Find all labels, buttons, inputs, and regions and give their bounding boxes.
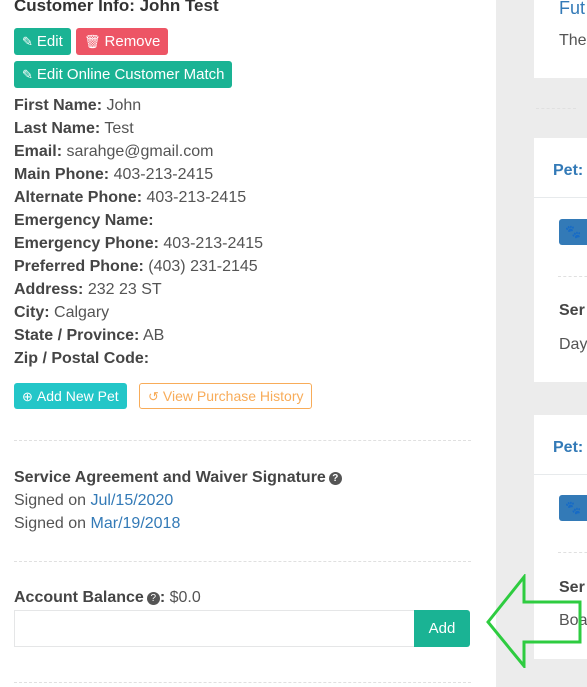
detail-row: Zip / Postal Code: — [14, 347, 263, 370]
view-purchase-history-button[interactable]: ↺ View Purchase History — [139, 383, 313, 409]
edit-button-label: Edit — [36, 33, 63, 50]
edit-online-match-label: Edit Online Customer Match — [36, 66, 225, 83]
card-separator — [534, 474, 587, 475]
waiver-signed-line: Signed on Mar/19/2018 — [14, 515, 180, 533]
signed-prefix: Signed on — [14, 492, 87, 509]
detail-value: Test — [104, 120, 134, 137]
future-card-text: The — [559, 32, 587, 49]
question-circle-icon[interactable]: ? — [146, 592, 160, 605]
pet-view-button[interactable]: 🐾 — [559, 495, 587, 521]
detail-label: Emergency Name: — [14, 212, 154, 229]
detail-label: Emergency Phone: — [14, 235, 159, 252]
detail-label: Zip / Postal Code: — [14, 350, 150, 367]
waiver-signed-line: Signed on Jul/15/2020 — [14, 492, 173, 510]
paw-icon: 🐾 — [565, 500, 582, 515]
detail-value: AB — [142, 327, 165, 344]
detail-label: Address: — [14, 281, 84, 298]
detail-label: Alternate Phone: — [14, 189, 143, 206]
detail-row: Alternate Phone: 403-213-2415 — [14, 186, 263, 209]
paw-icon: 🐾 — [565, 224, 582, 239]
plus-circle-icon: ⊕ — [22, 389, 33, 404]
detail-value: John — [106, 97, 142, 114]
view-purchase-history-label: View Purchase History — [162, 388, 304, 404]
remove-button[interactable]: 🗑 Remove — [76, 28, 169, 55]
balance-amount-input[interactable] — [14, 610, 415, 647]
add-balance-button[interactable]: Add — [414, 610, 470, 647]
detail-label: Email: — [14, 143, 63, 160]
card-separator — [534, 197, 587, 198]
detail-row: State / Province: AB — [14, 324, 263, 347]
signed-prefix: Signed on — [14, 515, 87, 532]
divider — [536, 108, 576, 109]
waiver-title-text: Service Agreement and Waiver Signature — [14, 469, 326, 486]
detail-value: 232 23 ST — [87, 281, 162, 298]
detail-row: Preferred Phone: (403) 231-2145 — [14, 255, 263, 278]
account-balance-value: $0.0 — [169, 589, 201, 606]
customer-details: First Name: John Last Name: Test Email: … — [14, 94, 263, 370]
signed-date-link[interactable]: Jul/15/2020 — [91, 492, 174, 509]
detail-value: 403-213-2415 — [146, 189, 247, 206]
question-circle-icon[interactable]: ? — [328, 472, 342, 485]
pet-card-header: Pet: — [553, 162, 584, 179]
divider — [558, 552, 587, 553]
detail-label: City: — [14, 304, 50, 321]
history-icon: ↺ — [148, 389, 159, 404]
detail-row: Address: 232 23 ST — [14, 278, 263, 301]
detail-row: First Name: John — [14, 94, 263, 117]
waiver-title: Service Agreement and Waiver Signature? — [14, 469, 342, 487]
pet-card-header: Pet: — [553, 439, 584, 456]
future-card-header: Fut — [559, 0, 586, 18]
detail-label: First Name: — [14, 97, 103, 114]
page-title: Customer Info: John Test — [14, 0, 219, 15]
detail-value: (403) 231-2145 — [148, 258, 258, 275]
detail-value: Calgary — [54, 304, 110, 321]
pencil-icon: ✎ — [22, 67, 33, 82]
detail-row: Last Name: Test — [14, 117, 263, 140]
detail-row: City: Calgary — [14, 301, 263, 324]
divider — [558, 276, 587, 277]
detail-row: Emergency Phone: 403-213-2415 — [14, 232, 263, 255]
divider — [14, 682, 471, 683]
detail-row: Main Phone: 403-213-2415 — [14, 163, 263, 186]
account-balance-label: Account Balance — [14, 589, 144, 606]
detail-value: 403-213-2415 — [113, 166, 214, 183]
divider — [14, 440, 471, 441]
detail-value: 403-213-2415 — [163, 235, 264, 252]
detail-row: Emergency Name: — [14, 209, 263, 232]
divider — [14, 561, 471, 562]
pencil-icon: ✎ — [22, 34, 33, 49]
detail-value: sarahge@gmail.com — [66, 143, 214, 160]
add-new-pet-label: Add New Pet — [36, 388, 119, 404]
pet-service-text: Day — [559, 336, 587, 353]
add-new-pet-button[interactable]: ⊕ Add New Pet — [14, 383, 127, 409]
annotation-arrow-icon — [486, 574, 582, 668]
pet-view-button[interactable]: 🐾 — [559, 219, 587, 245]
detail-row: Email: sarahge@gmail.com — [14, 140, 263, 163]
detail-label: State / Province: — [14, 327, 140, 344]
edit-online-customer-match-button[interactable]: ✎ Edit Online Customer Match — [14, 61, 233, 88]
trash-icon: 🗑 — [84, 34, 101, 49]
account-balance-line: Account Balance?: $0.0 — [14, 589, 201, 606]
remove-button-label: Remove — [104, 33, 161, 50]
pet-service-label: Ser — [559, 302, 585, 319]
edit-button[interactable]: ✎ Edit — [14, 28, 71, 55]
signed-date-link[interactable]: Mar/19/2018 — [91, 515, 181, 532]
customer-info-panel: Customer Info: John Test ✎ Edit 🗑 Remove ✎… — [0, 0, 496, 687]
detail-label: Last Name: — [14, 120, 101, 137]
detail-label: Preferred Phone: — [14, 258, 144, 275]
detail-label: Main Phone: — [14, 166, 110, 183]
